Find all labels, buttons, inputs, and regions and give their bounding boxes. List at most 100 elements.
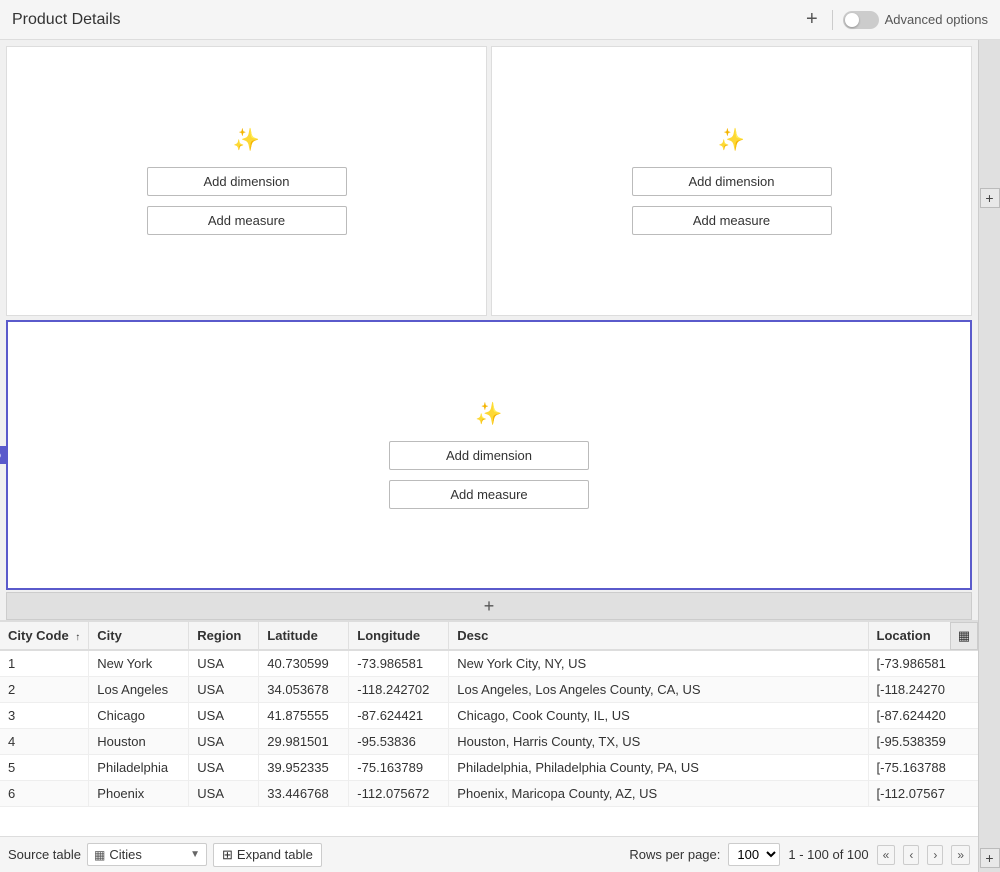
table-select-icon: ▦ bbox=[94, 848, 105, 862]
table-row: 1New YorkUSA40.730599-73.986581New York … bbox=[0, 650, 978, 677]
rows-per-page-select[interactable]: 100 50 200 bbox=[728, 843, 780, 866]
cell-region: USA bbox=[189, 781, 259, 807]
right-add-button-top[interactable]: + bbox=[980, 188, 1000, 208]
panels-wrapper: ✨ Add dimension Add measure ✨ Add dimens… bbox=[0, 40, 978, 620]
cell-latitude: 39.952335 bbox=[259, 755, 349, 781]
cell-desc: Houston, Harris County, TX, US bbox=[449, 729, 868, 755]
rows-per-page-label: Rows per page: bbox=[629, 847, 720, 862]
nav-next-button[interactable]: › bbox=[927, 845, 943, 865]
top-left-panel: ✨ Add dimension Add measure bbox=[6, 46, 487, 316]
cell-region: USA bbox=[189, 703, 259, 729]
cell-region: USA bbox=[189, 729, 259, 755]
table-footer: Source table ▦ Cities ▼ ⊞ Expand table R… bbox=[0, 836, 978, 872]
col-label-latitude: Latitude bbox=[267, 628, 318, 643]
table-scroll[interactable]: City Code ↑ City Region La bbox=[0, 622, 978, 836]
data-table: City Code ↑ City Region La bbox=[0, 622, 978, 807]
content-area: ✨ Add dimension Add measure ✨ Add dimens… bbox=[0, 40, 1000, 872]
grid-view-button[interactable]: ▦ bbox=[950, 622, 978, 650]
sort-icon-city-code: ↑ bbox=[75, 632, 80, 643]
expand-table-button[interactable]: ⊞ Expand table bbox=[213, 843, 322, 867]
col-header-desc[interactable]: Desc bbox=[449, 622, 868, 650]
header-divider bbox=[832, 10, 833, 30]
page-info: 1 - 100 of 100 bbox=[788, 847, 868, 862]
col-header-city[interactable]: City bbox=[89, 622, 189, 650]
cell-city: Phoenix bbox=[89, 781, 189, 807]
top-left-add-dimension-button[interactable]: Add dimension bbox=[147, 167, 347, 196]
top-right-add-dimension-button[interactable]: Add dimension bbox=[632, 167, 832, 196]
cell-longitude: -73.986581 bbox=[349, 650, 449, 677]
table-container: ▦ City Code ↑ City bbox=[0, 620, 978, 872]
bottom-panel: ✨ Add dimension Add measure bbox=[6, 320, 972, 590]
cell-longitude: -87.624421 bbox=[349, 703, 449, 729]
cell-desc: Chicago, Cook County, IL, US bbox=[449, 703, 868, 729]
add-row-icon: + bbox=[484, 596, 495, 617]
top-panels: ✨ Add dimension Add measure ✨ Add dimens… bbox=[6, 46, 972, 316]
cell-region: USA bbox=[189, 677, 259, 703]
right-add-button-bottom[interactable]: + bbox=[980, 848, 1000, 868]
col-label-city: City bbox=[97, 628, 122, 643]
page: Product Details + Advanced options ✨ bbox=[0, 0, 1000, 872]
source-table-label: Source table bbox=[8, 847, 81, 862]
cell-longitude: -95.53836 bbox=[349, 729, 449, 755]
cell-city_code: 1 bbox=[0, 650, 89, 677]
bottom-panel-wrap: ⊕ ✨ Add dimension Add measure bbox=[6, 320, 972, 590]
cell-latitude: 41.875555 bbox=[259, 703, 349, 729]
cell-desc: Philadelphia, Philadelphia County, PA, U… bbox=[449, 755, 868, 781]
table-row: 6PhoenixUSA33.446768-112.075672Phoenix, … bbox=[0, 781, 978, 807]
cell-city: Chicago bbox=[89, 703, 189, 729]
nav-prev-button[interactable]: ‹ bbox=[903, 845, 919, 865]
col-header-latitude[interactable]: Latitude bbox=[259, 622, 349, 650]
advanced-options-label: Advanced options bbox=[885, 12, 988, 27]
bottom-add-dimension-button[interactable]: Add dimension bbox=[389, 441, 589, 470]
col-label-city-code: City Code bbox=[8, 628, 69, 643]
page-title: Product Details bbox=[12, 11, 121, 29]
bottom-add-measure-button[interactable]: Add measure bbox=[389, 480, 589, 509]
cell-city: New York bbox=[89, 650, 189, 677]
top-right-panel: ✨ Add dimension Add measure bbox=[491, 46, 972, 316]
expand-icon: ⊞ bbox=[222, 847, 233, 863]
col-header-city-code[interactable]: City Code ↑ bbox=[0, 622, 89, 650]
table-body: 1New YorkUSA40.730599-73.986581New York … bbox=[0, 650, 978, 807]
cell-location: [-118.24270 bbox=[868, 677, 978, 703]
footer-right: Rows per page: 100 50 200 1 - 100 of 100… bbox=[629, 843, 970, 866]
cell-region: USA bbox=[189, 755, 259, 781]
cell-latitude: 29.981501 bbox=[259, 729, 349, 755]
table-dropdown-arrow: ▼ bbox=[190, 849, 200, 860]
cell-longitude: -112.075672 bbox=[349, 781, 449, 807]
cell-location: [-87.624420 bbox=[868, 703, 978, 729]
cell-location: [-73.986581 bbox=[868, 650, 978, 677]
table-select[interactable]: ▦ Cities ▼ bbox=[87, 843, 207, 866]
top-left-wand-icon: ✨ bbox=[233, 127, 260, 153]
top-right-wand-icon: ✨ bbox=[718, 127, 745, 153]
table-name: Cities bbox=[109, 847, 142, 862]
add-row-section[interactable]: + bbox=[6, 592, 972, 620]
table-row: 4HoustonUSA29.981501-95.53836Houston, Ha… bbox=[0, 729, 978, 755]
cell-city: Houston bbox=[89, 729, 189, 755]
table-row: 3ChicagoUSA41.875555-87.624421Chicago, C… bbox=[0, 703, 978, 729]
advanced-toggle-wrap: Advanced options bbox=[843, 11, 988, 29]
col-header-longitude[interactable]: Longitude bbox=[349, 622, 449, 650]
col-label-region: Region bbox=[197, 628, 241, 643]
bottom-wand-icon: ✨ bbox=[475, 401, 502, 427]
cell-desc: Phoenix, Maricopa County, AZ, US bbox=[449, 781, 868, 807]
cell-desc: Los Angeles, Los Angeles County, CA, US bbox=[449, 677, 868, 703]
cell-city_code: 4 bbox=[0, 729, 89, 755]
top-right-add-measure-button[interactable]: Add measure bbox=[632, 206, 832, 235]
main-content: ✨ Add dimension Add measure ✨ Add dimens… bbox=[0, 40, 978, 872]
add-panel-button[interactable]: + bbox=[802, 8, 822, 31]
footer-left: Source table ▦ Cities ▼ ⊞ Expand table bbox=[8, 843, 322, 867]
cell-region: USA bbox=[189, 650, 259, 677]
top-left-add-measure-button[interactable]: Add measure bbox=[147, 206, 347, 235]
advanced-toggle[interactable] bbox=[843, 11, 879, 29]
table-header-row: City Code ↑ City Region La bbox=[0, 622, 978, 650]
header-actions: + Advanced options bbox=[802, 8, 988, 31]
cell-location: [-75.163788 bbox=[868, 755, 978, 781]
cell-longitude: -75.163789 bbox=[349, 755, 449, 781]
nav-last-button[interactable]: » bbox=[951, 845, 970, 865]
cell-city_code: 6 bbox=[0, 781, 89, 807]
cell-latitude: 34.053678 bbox=[259, 677, 349, 703]
move-handle[interactable]: ⊕ bbox=[0, 446, 6, 464]
nav-first-button[interactable]: « bbox=[877, 845, 896, 865]
toggle-knob bbox=[845, 13, 859, 27]
col-header-region[interactable]: Region bbox=[189, 622, 259, 650]
